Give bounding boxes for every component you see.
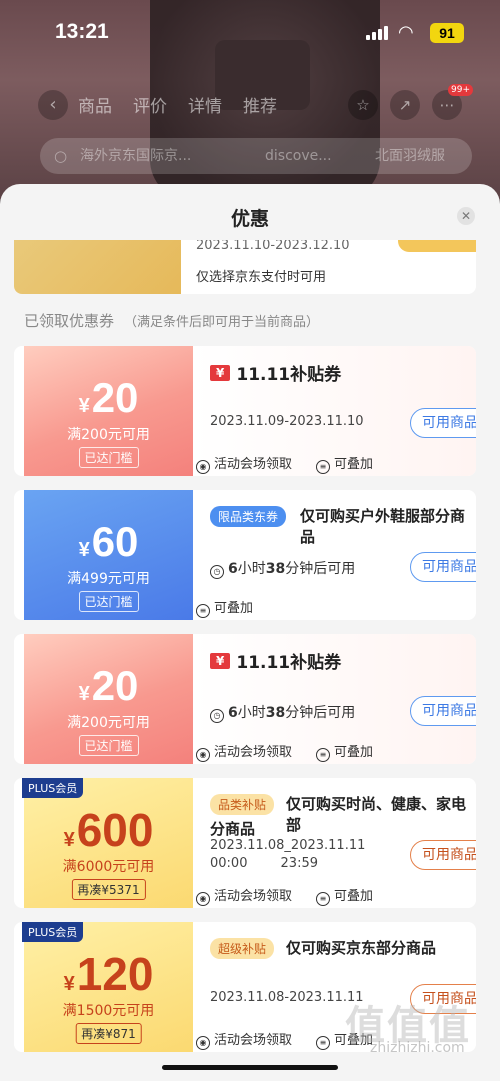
coupon-value-panel: ¥20 满200元可用 已达门槛 (24, 634, 193, 764)
coupon-value-panel: ¥60 满499元可用 已达门槛 (24, 490, 193, 620)
status-bar: 13:21 ◠ 91 (0, 0, 500, 64)
tab-recommend[interactable]: 推荐 (243, 92, 277, 117)
usable-products-button[interactable]: 可用商品 (410, 408, 476, 438)
coupon-brand-logo: ¥11.11补贴券 (210, 360, 341, 385)
search-bar[interactable]: ○ 海外京东国际京... discove... 北面羽绒服 (40, 138, 472, 174)
plus-member-badge: PLUS会员 (22, 922, 84, 942)
coupon-type-badge: 限品类东券 (210, 506, 287, 527)
section-heading: 已领取优惠券 （满足条件后即可用于当前商品） (24, 310, 319, 331)
stack-icon: ≡ (316, 1036, 330, 1050)
status-time: 13:21 (55, 20, 109, 43)
coupon-status: 已达门槛 (78, 735, 139, 756)
coupon-title: 仅可购买时尚、健康、家电部 (286, 795, 467, 834)
coupon-condition: 满200元可用 (67, 427, 150, 443)
coupon-amount: ¥20 (78, 374, 139, 421)
clock-icon: ◷ (210, 565, 224, 579)
coupon-feature: ◉ 活动会场领取 (196, 453, 292, 474)
coupon-date: 2023.11.08-2023.11.11 (210, 990, 364, 1005)
coupon-card-partial: 2023.11.10-2023.12.10 仅选择京东支付时可用 (14, 240, 476, 294)
close-icon[interactable]: ✕ (457, 207, 475, 225)
clock-icon: ◷ (210, 709, 224, 723)
coupon-amount: ¥60 (78, 518, 139, 565)
coupon-date: 2023.11.09-2023.11.10 (210, 414, 364, 429)
coupon-condition: 满1500元可用 (62, 1003, 155, 1019)
coupon-status: 已达门槛 (78, 447, 139, 468)
stack-icon: ≡ (316, 892, 330, 906)
coupon-timer: ◷ 6小时38分钟后可用 (210, 558, 355, 579)
search-icon: ○ (54, 147, 68, 165)
coupon-title-cont: 分商品 (210, 820, 256, 838)
coupon-note: 仅选择京东支付时可用 (196, 270, 327, 285)
venue-icon: ◉ (196, 460, 210, 474)
message-badge: 99+ (448, 84, 473, 96)
coupon-card: ¥600 满6000元可用 再凑¥5371 PLUS会员 品类补贴 仅可购买时尚… (14, 778, 476, 908)
sheet-title: 优惠 (230, 208, 269, 230)
coupon-date: 2023.11.08_2023.11.11 (210, 838, 366, 853)
coupon-condition: 满6000元可用 (62, 859, 155, 875)
coupon-feature: ◉ 活动会场领取 (196, 1029, 292, 1050)
tab-product[interactable]: 商品 (78, 92, 112, 117)
wifi-icon: ◠ (398, 22, 414, 43)
coupon-type-badge: 超级补贴 (210, 938, 275, 959)
back-icon[interactable]: ‹ (38, 90, 68, 120)
search-suggestion: 北面羽绒服 (375, 148, 445, 164)
coupon-status: 已达门槛 (78, 591, 139, 612)
coupon-date: 2023.11.10-2023.12.10 (196, 240, 350, 253)
signal-icon (366, 26, 388, 40)
star-icon[interactable]: ☆ (348, 90, 378, 120)
coupon-amount: ¥20 (78, 662, 139, 709)
venue-icon: ◉ (196, 748, 210, 762)
usable-products-button[interactable]: 可用商品 (410, 840, 476, 870)
coupon-status: 再凑¥5371 (71, 879, 146, 900)
coupon-feature: ◉ 活动会场领取 (196, 741, 292, 762)
battery-icon: 91 (430, 23, 464, 43)
coupon-card: ¥20 满200元可用 已达门槛 ¥11.11补贴券 ◷ 6小时38分钟后可用 可… (14, 634, 476, 764)
coupon-card: ¥20 满200元可用 已达门槛 ¥11.11补贴券 2023.11.09-20… (14, 346, 476, 476)
share-icon[interactable]: ↗ (390, 90, 420, 120)
coupon-left-panel (14, 240, 181, 294)
coupon-status: 再凑¥871 (75, 1023, 142, 1044)
search-placeholder: 海外京东国际京... (80, 148, 192, 164)
coupon-feature: ≡ 可叠加 (316, 885, 373, 906)
coupon-card: ¥60 满499元可用 已达门槛 限品类东券 仅可购买户外鞋服部分商品 ◷ 6小时… (14, 490, 476, 620)
section-title: 已领取优惠券 (24, 312, 115, 330)
watermark-url: zhizhizhi.com (370, 1040, 465, 1056)
stack-icon: ≡ (196, 604, 210, 618)
stack-icon: ≡ (316, 460, 330, 474)
coupon-condition: 满200元可用 (67, 715, 150, 731)
stack-icon: ≡ (316, 748, 330, 762)
coupon-feature: ≡ 可叠加 (316, 741, 373, 762)
coupon-condition: 满499元可用 (67, 571, 150, 587)
coupon-value-panel: ¥20 满200元可用 已达门槛 (24, 346, 193, 476)
coupon-feature: ◉ 活动会场领取 (196, 885, 292, 906)
coupon-feature: ≡ 可叠加 (196, 597, 253, 618)
product-nav: ‹ 商品 评价 详情 推荐 ☆ ↗ ⋯ 99+ (0, 84, 500, 124)
coupon-title: 仅可购买户外鞋服部分商品 (300, 507, 466, 546)
coupon-sheet: 优惠 ✕ 2023.11.10-2023.12.10 仅选择京东支付时可用 已领… (0, 184, 500, 1081)
coupon-title: 仅可购买京东部分商品 (286, 939, 437, 957)
coupon-timer: ◷ 6小时38分钟后可用 (210, 702, 355, 723)
home-indicator[interactable] (162, 1065, 338, 1070)
venue-icon: ◉ (196, 892, 210, 906)
use-button[interactable] (398, 240, 476, 252)
section-subtitle: （满足条件后即可用于当前商品） (124, 315, 320, 330)
coupon-time: 00:00 23:59 (210, 856, 318, 871)
usable-products-button[interactable]: 可用商品 (410, 696, 476, 726)
coupon-type-badge: 品类补贴 (210, 794, 275, 815)
usable-products-button[interactable]: 可用商品 (410, 552, 476, 582)
coupon-brand-logo: ¥11.11补贴券 (210, 648, 341, 673)
coupon-feature: ≡ 可叠加 (316, 453, 373, 474)
venue-icon: ◉ (196, 1036, 210, 1050)
search-suggestion: discove... (265, 148, 332, 164)
tab-details[interactable]: 详情 (188, 92, 222, 117)
tab-reviews[interactable]: 评价 (133, 92, 167, 117)
plus-member-badge: PLUS会员 (22, 778, 84, 798)
